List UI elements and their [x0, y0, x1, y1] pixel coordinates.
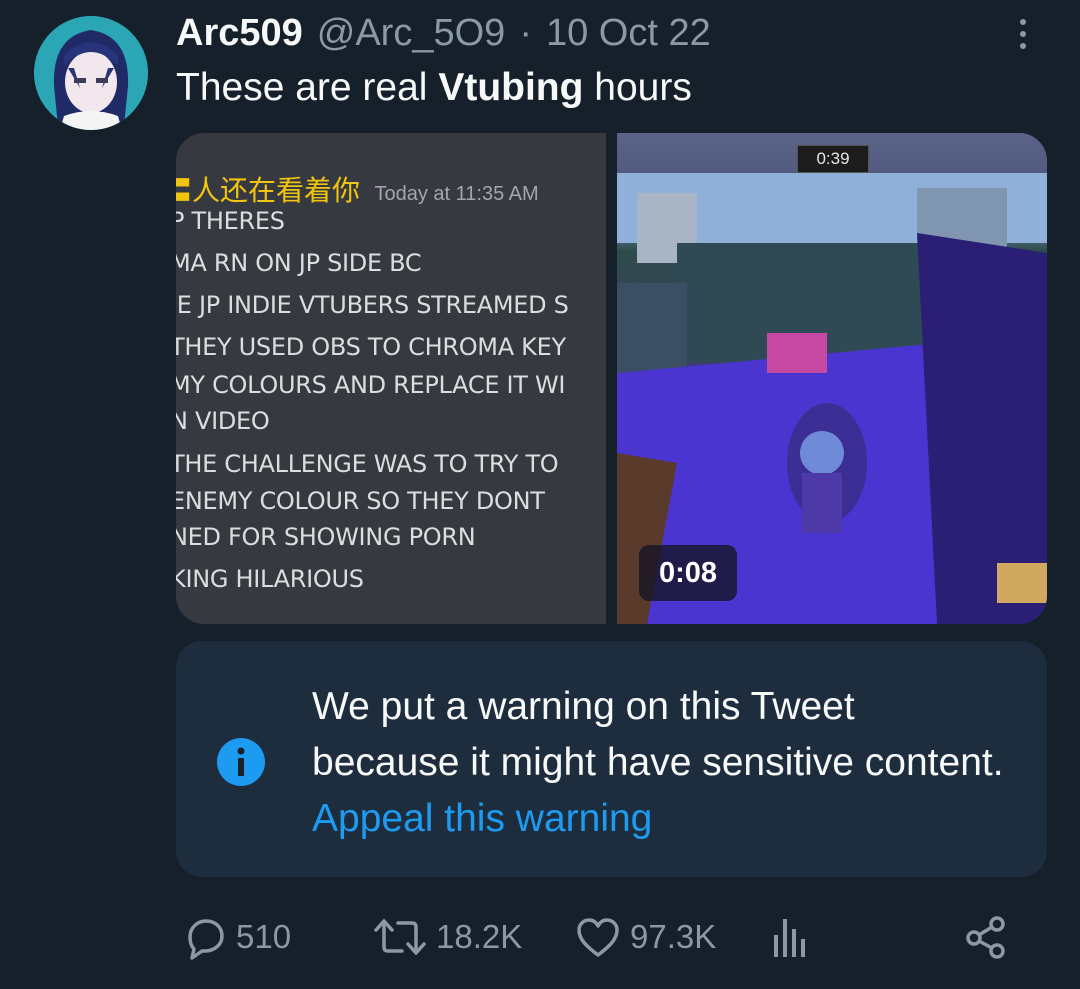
chat-line: MY COLOURS AND REPLACE IT WI — [176, 371, 566, 399]
chat-username: 〓人还在看着你 — [176, 175, 361, 206]
chat-timestamp: Today at 11:35 AM — [374, 183, 539, 205]
game-timer: 0:39 — [797, 145, 869, 173]
author-name[interactable]: Arc509 — [176, 12, 303, 55]
like-button[interactable]: 97.3K — [574, 907, 716, 967]
chat-line: IE JP INDIE VTUBERS STREAMED S — [176, 291, 569, 319]
tweet-text: These are real Vtubing hours — [176, 66, 692, 110]
chat-line: THEY USED OBS TO CHROMA KEY — [176, 333, 566, 361]
chat-line: THE CHALLENGE WAS TO TRY TO — [176, 450, 559, 478]
reply-count: 510 — [236, 918, 292, 955]
views-button[interactable] — [768, 907, 812, 967]
analytics-icon — [774, 919, 805, 957]
separator-dot: · — [519, 12, 532, 54]
like-count: 97.3K — [630, 918, 717, 955]
tweet-text-bold: Vtubing — [438, 66, 584, 109]
avatar-illustration — [34, 16, 148, 130]
chat-line: P THERES — [176, 207, 285, 235]
share-icon — [966, 916, 1005, 959]
author-handle[interactable]: @Arc_5O9 — [317, 12, 506, 55]
chat-line: KING HILARIOUS — [176, 565, 364, 593]
warning-message: We put a warning on this Tweet because i… — [312, 679, 1012, 847]
avatar[interactable] — [34, 16, 148, 130]
reply-icon — [188, 919, 224, 960]
media-video-thumbnail[interactable]: 0:39 0:08 — [617, 133, 1047, 624]
chat-line: ENEMY COLOUR SO THEY DONT — [176, 487, 545, 515]
chat-line: NED FOR SHOWING PORN — [176, 523, 476, 551]
share-button[interactable] — [962, 907, 1010, 967]
warning-text: We put a warning on this Tweet because i… — [312, 685, 1004, 784]
tweet-text-start: These are real — [176, 66, 439, 109]
tweet-header: Arc509 @Arc_5O9 · 10 Oct 22 — [176, 12, 711, 56]
heart-icon — [577, 918, 619, 957]
chat-message-header: 〓人还在看着你 Today at 11:35 AM — [176, 169, 539, 209]
more-icon[interactable] — [1005, 12, 1041, 56]
appeal-warning-link[interactable]: Appeal this warning — [312, 797, 652, 840]
chat-line: MA RN ON JP SIDE BC — [176, 249, 422, 277]
retweet-button[interactable]: 18.2K — [372, 907, 522, 967]
reply-button[interactable]: 510 — [180, 907, 291, 967]
retweet-icon — [374, 919, 426, 955]
sensitive-content-warning: We put a warning on this Tweet because i… — [176, 641, 1047, 877]
info-icon — [217, 738, 265, 786]
tweet-actions: 510 18.2K 97.3K — [176, 907, 1047, 967]
media-image-chat-screenshot[interactable]: 〓人还在看着你 Today at 11:35 AM P THERES MA RN… — [176, 133, 606, 624]
video-duration: 0:08 — [639, 545, 737, 601]
tweet-date[interactable]: 10 Oct 22 — [546, 12, 711, 55]
tweet-text-end: hours — [583, 66, 692, 109]
retweet-count: 18.2K — [436, 918, 523, 955]
chat-line: N VIDEO — [176, 407, 270, 435]
media-grid: 〓人还在看着你 Today at 11:35 AM P THERES MA RN… — [176, 133, 1047, 624]
